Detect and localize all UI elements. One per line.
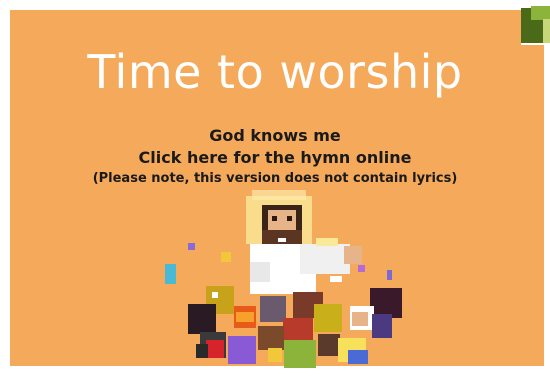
logo-icon (519, 5, 550, 45)
slide-title: Time to worship (87, 45, 463, 99)
lyrics-note: (Please note, this version does not cont… (92, 171, 458, 186)
hymn-title: God knows me (209, 126, 341, 145)
hymn-online-link[interactable]: Click here for the hymn online (0, 148, 550, 167)
